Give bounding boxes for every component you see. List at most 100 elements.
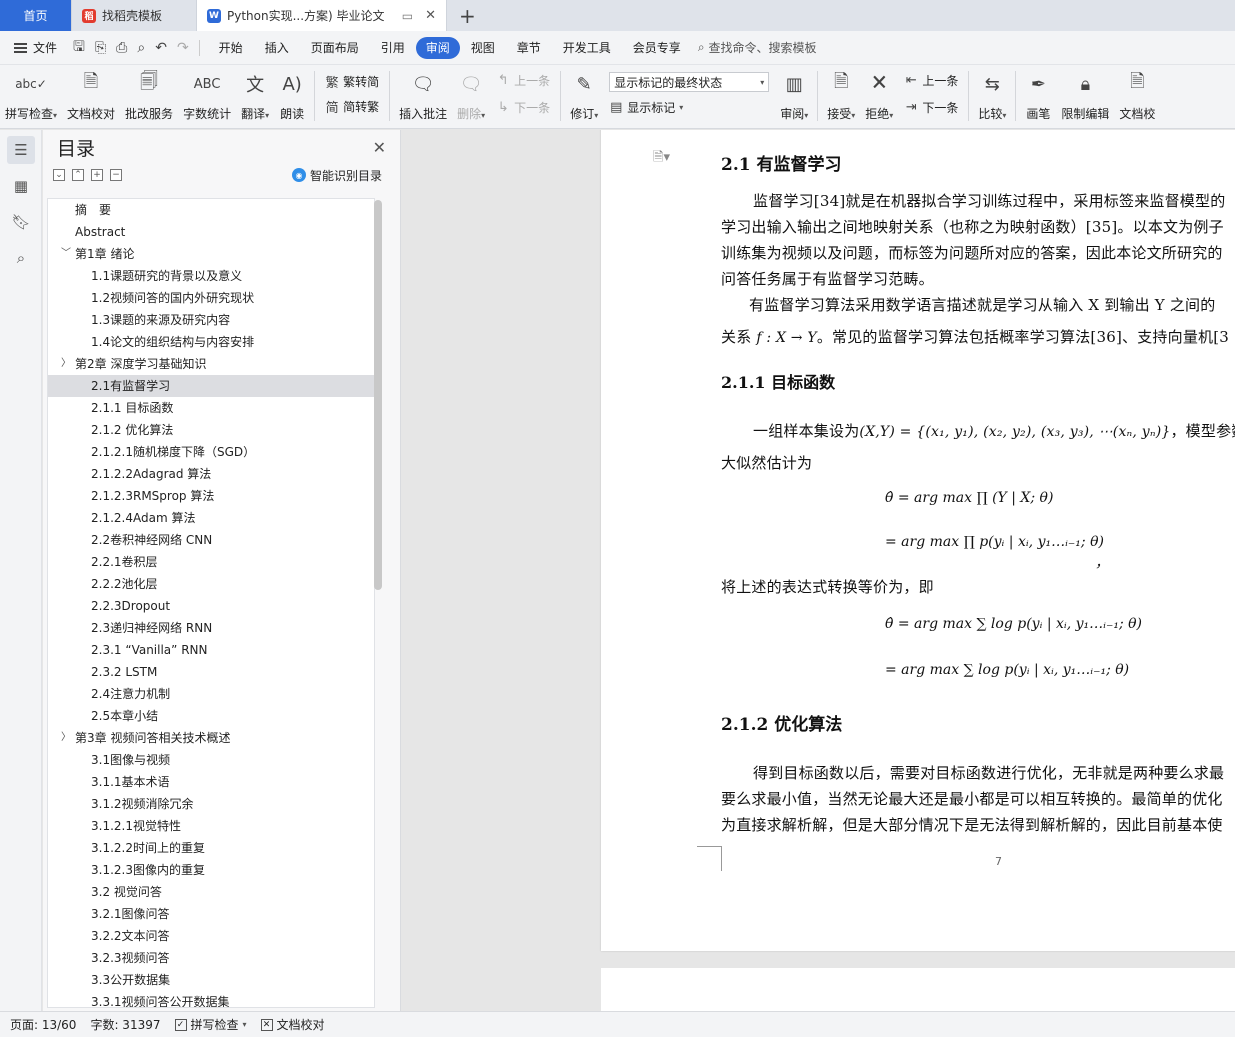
new-tab-icon[interactable]: + (447, 0, 488, 31)
chevron-icon[interactable]: 〉 (61, 727, 71, 749)
toc-section-item[interactable]: 2.2.2池化层 (48, 573, 374, 595)
review-pane-button[interactable]: ▥ 审阅▾ (775, 69, 813, 125)
spellcheck-status[interactable]: ✓ 拼写检查 ▾ (174, 1016, 247, 1033)
toc-section-item[interactable]: 3.2.1图像问答 (48, 903, 374, 925)
toc-section-item[interactable]: 1.1课题研究的背景以及意义 (48, 265, 374, 287)
toc-section-item[interactable]: 3.1图像与视频 (48, 749, 374, 771)
proofread-status[interactable]: ✕ 文档校对 (260, 1016, 325, 1033)
chevron-icon[interactable]: 〉 (61, 353, 71, 375)
toc-section-item[interactable]: 2.1.2.3RMSprop 算法 (48, 485, 374, 507)
toc-section-item[interactable]: 3.1.2.3图像内的重复 (48, 859, 374, 881)
print-preview-icon[interactable]: ⌕ (137, 40, 145, 56)
toc-scrollbar[interactable] (374, 200, 382, 590)
tab-close-icon[interactable]: ✕ (425, 8, 436, 23)
accept-button[interactable]: 🗎 接受▾ (822, 69, 860, 125)
read-aloud-button[interactable]: A) 朗读 (274, 69, 310, 125)
proofread-button[interactable]: 🗎 文档校对 (62, 69, 120, 125)
word-count-button[interactable]: ABC 字数统计 (178, 69, 236, 125)
menu-page-layout[interactable]: 页面布局 (300, 37, 370, 59)
toc-chapter-item[interactable]: 〉第2章 深度学习基础知识 (48, 353, 374, 375)
reject-button[interactable]: 🗙 拒绝▾ (860, 69, 898, 125)
word-count-indicator[interactable]: 字数: 31397 (90, 1016, 160, 1033)
tab-restore-icon[interactable]: ▭ (402, 9, 413, 23)
toc-section-item[interactable]: 2.2卷积神经网络 CNN (48, 529, 374, 551)
doc-permission-button[interactable]: 🗎 文档校 (1114, 69, 1160, 125)
remove-heading-icon[interactable]: − (110, 169, 122, 181)
save-icon[interactable]: 🖫 (73, 36, 85, 60)
menu-chapter[interactable]: 章节 (506, 37, 552, 59)
pen-button[interactable]: ✒ 画笔 (1020, 69, 1056, 125)
toc-section-item[interactable]: 3.1.2.2时间上的重复 (48, 837, 374, 859)
page-layout-icon[interactable]: 🗎▾ (653, 148, 670, 170)
toc-section-item[interactable]: 2.2.3Dropout (48, 595, 374, 617)
menu-references[interactable]: 引用 (370, 37, 416, 59)
expand-all-icon[interactable]: ⌄ (53, 169, 65, 181)
toc-section-item[interactable]: 1.3课题的来源及研究内容 (48, 309, 374, 331)
prev-comment-button[interactable]: ↰ 上一条 (496, 72, 550, 89)
tab-document[interactable]: W Python实现...方案) 毕业论文 ▭ ✕ (197, 0, 447, 31)
find-icon[interactable]: ⌕ (7, 244, 35, 272)
toc-section-item[interactable]: 3.3.1视频问答公开数据集 (48, 991, 374, 1007)
toc-section-item[interactable]: 1.2视频问答的国内外研究现状 (48, 287, 374, 309)
next-change-button[interactable]: ⇥ 下一条 (904, 99, 958, 116)
trad-to-simp-button[interactable]: 繁繁转简 (325, 72, 380, 91)
toc-section-item[interactable]: 2.1.2.4Adam 算法 (48, 507, 374, 529)
toc-chapter-item[interactable]: 摘 要 (48, 199, 374, 221)
page-indicator[interactable]: 页面: 13/60 (10, 1016, 76, 1033)
toc-section-item[interactable]: 2.1有监督学习 (48, 375, 374, 397)
toc-section-item[interactable]: 3.3公开数据集 (48, 969, 374, 991)
menu-home[interactable]: 开始 (208, 37, 254, 59)
tab-home[interactable]: 首页 (0, 0, 72, 31)
menu-view[interactable]: 视图 (460, 37, 506, 59)
simp-to-trad-button[interactable]: 简简转繁 (325, 97, 380, 116)
toc-section-item[interactable]: 2.1.1 目标函数 (48, 397, 374, 419)
toc-section-item[interactable]: 3.1.2视频消除冗余 (48, 793, 374, 815)
undo-icon[interactable]: ↶ (155, 40, 167, 56)
chapter-nav-icon[interactable]: ▦ (7, 172, 35, 200)
show-markup-button[interactable]: ▤ 显示标记 ▾ (609, 99, 769, 116)
toc-section-item[interactable]: 3.2 视觉问答 (48, 881, 374, 903)
toc-chapter-item[interactable]: Abstract (48, 221, 374, 243)
prev-change-button[interactable]: ⇤ 上一条 (904, 72, 958, 89)
toc-section-item[interactable]: 3.1.1基本术语 (48, 771, 374, 793)
menu-member[interactable]: 会员专享 (622, 37, 692, 59)
toc-section-item[interactable]: 2.1.2.2Adagrad 算法 (48, 463, 374, 485)
translate-button[interactable]: 文 翻译▾ (236, 69, 274, 125)
next-comment-button[interactable]: ↳ 下一条 (496, 99, 550, 116)
command-search[interactable]: ⌕ 查找命令、搜索模板 (698, 39, 817, 56)
tab-docer[interactable]: 稻 找稻壳模板 (72, 0, 197, 31)
chevron-icon[interactable]: ﹀ (61, 243, 71, 265)
compare-button[interactable]: ⇆ 比较▾ (973, 69, 1011, 125)
toc-section-item[interactable]: 3.1.2.1视觉特性 (48, 815, 374, 837)
redo-icon[interactable]: ↷ (177, 40, 189, 56)
menu-review[interactable]: 审阅 (415, 36, 460, 59)
smart-toc-button[interactable]: ◉ 智能识别目录 (291, 167, 382, 184)
bookmark-icon[interactable]: 🔖︎ (7, 208, 35, 236)
export-pdf-icon[interactable]: ⎘ (95, 40, 106, 56)
toc-section-item[interactable]: 2.3.1 “Vanilla” RNN (48, 639, 374, 661)
spellcheck-button[interactable]: abc✓ 拼写检查▾ (0, 69, 62, 125)
add-heading-icon[interactable]: + (91, 169, 103, 181)
file-menu-button[interactable]: 文件 (0, 39, 65, 56)
track-changes-button[interactable]: ✎ 修订▾ (565, 69, 603, 125)
toc-section-item[interactable]: 2.5本章小结 (48, 705, 374, 727)
close-icon[interactable]: ✕ (373, 138, 386, 157)
toc-section-item[interactable]: 3.2.3视频问答 (48, 947, 374, 969)
toc-section-item[interactable]: 1.4论文的组织结构与内容安排 (48, 331, 374, 353)
toc-section-item[interactable]: 2.3.2 LSTM (48, 661, 374, 683)
collapse-all-icon[interactable]: ⌃ (72, 169, 84, 181)
toc-panel-icon[interactable]: ☰ (7, 136, 35, 164)
toc-section-item[interactable]: 2.1.2 优化算法 (48, 419, 374, 441)
batch-service-button[interactable]: 🗐 批改服务 (120, 69, 178, 125)
menu-insert[interactable]: 插入 (254, 37, 300, 59)
toc-section-item[interactable]: 2.4注意力机制 (48, 683, 374, 705)
toc-section-item[interactable]: 2.2.1卷积层 (48, 551, 374, 573)
toc-chapter-item[interactable]: ﹀ 第1章 绪论 (48, 243, 374, 265)
menu-developer[interactable]: 开发工具 (552, 37, 622, 59)
toc-section-item[interactable]: 2.1.2.1随机梯度下降（SGD） (48, 441, 374, 463)
toc-section-item[interactable]: 3.2.2文本问答 (48, 925, 374, 947)
restrict-edit-button[interactable]: 🔒︎ 限制编辑 (1056, 69, 1114, 125)
toc-section-item[interactable]: 2.3递归神经网络 RNN (48, 617, 374, 639)
delete-comment-button[interactable]: 🗨 删除▾ (452, 69, 490, 125)
insert-comment-button[interactable]: 🗨 插入批注 (394, 69, 452, 125)
